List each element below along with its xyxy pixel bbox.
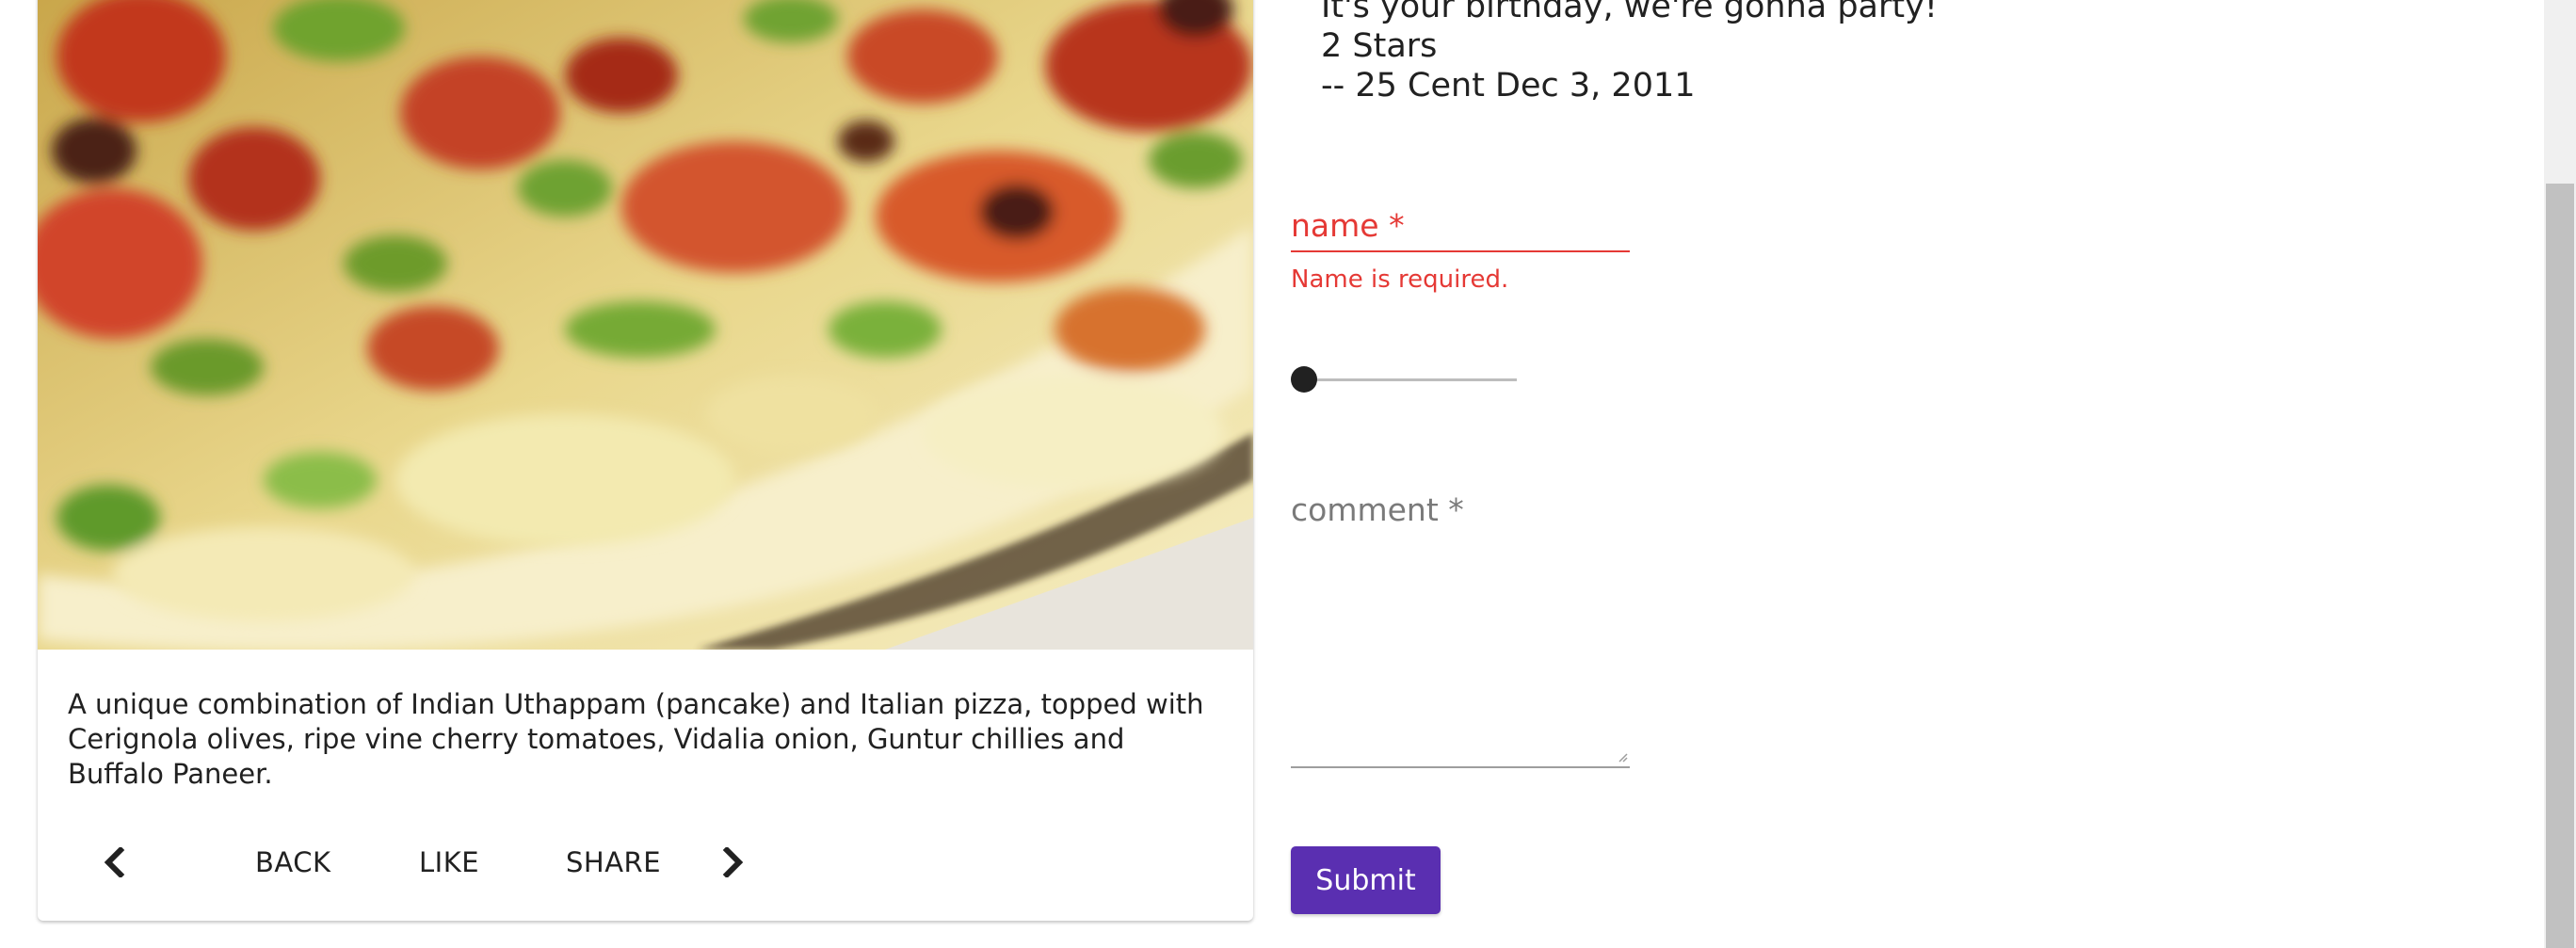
comment-rating: 2 Stars	[1321, 27, 1438, 65]
name-input[interactable]	[1291, 250, 1630, 252]
dish-card: A unique combination of Indian Uthappam …	[38, 0, 1253, 921]
slider-track[interactable]	[1304, 378, 1517, 381]
name-field[interactable]: name * Name is required.	[1291, 205, 1630, 294]
name-error-message: Name is required.	[1291, 265, 1509, 294]
comment-textarea[interactable]	[1291, 540, 1630, 768]
rating-slider[interactable]	[1291, 365, 1517, 394]
name-label: name *	[1291, 207, 1405, 244]
scrollbar-thumb[interactable]	[2546, 184, 2574, 948]
dish-image	[38, 0, 1253, 650]
comment-field[interactable]: comment *	[1291, 490, 1630, 768]
comment-text: It's your birthday, we're gonna party!	[1321, 0, 1938, 25]
card-actions: BACK LIKE SHARE	[38, 825, 885, 900]
chevron-left-icon	[104, 847, 125, 877]
dish-description: A unique combination of Indian Uthappam …	[68, 688, 1204, 790]
page: A unique combination of Indian Uthappam …	[0, 0, 2576, 948]
previous-button[interactable]	[88, 836, 140, 889]
comment-label: comment *	[1291, 491, 1464, 528]
like-button[interactable]: LIKE	[410, 838, 489, 887]
share-button[interactable]: SHARE	[556, 838, 670, 887]
vertical-scrollbar[interactable]	[2544, 0, 2576, 948]
slider-thumb[interactable]	[1291, 366, 1317, 393]
back-button[interactable]: BACK	[246, 838, 341, 887]
comment-item: It's your birthday, we're gonna party! 2…	[1321, 0, 1938, 105]
comment-byline: -- 25 Cent Dec 3, 2011	[1321, 67, 1696, 104]
chevron-right-icon	[722, 847, 744, 877]
resize-grip-icon[interactable]	[1617, 751, 1628, 763]
submit-button[interactable]: Submit	[1291, 846, 1441, 914]
next-button[interactable]	[707, 836, 760, 889]
